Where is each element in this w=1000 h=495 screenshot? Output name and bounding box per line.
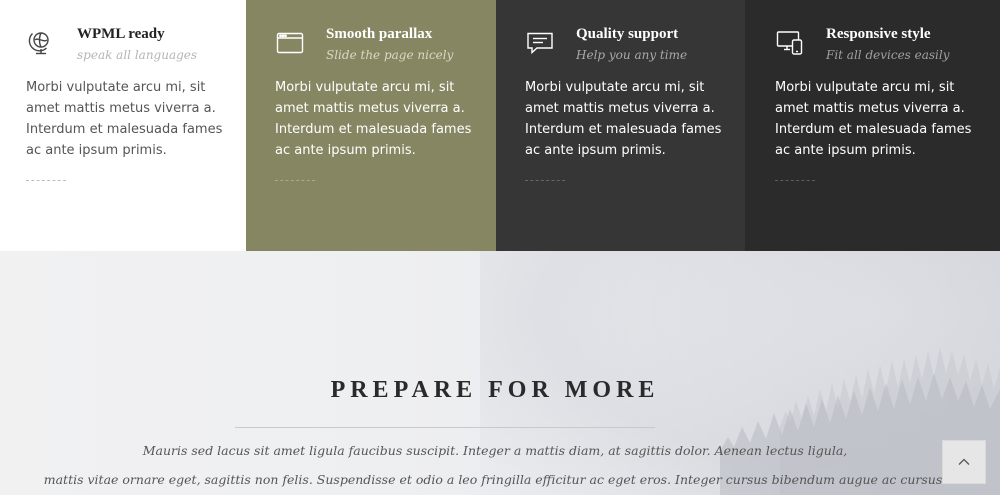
feature-description: Morbi vulputate arcu mi, sit amet mattis… xyxy=(775,80,972,158)
feature-divider xyxy=(525,180,565,181)
section-text-line-1: Mauris sed lacus sit amet ligula faucibu… xyxy=(142,443,848,458)
forest-background xyxy=(720,347,1000,495)
feature-subtitle: speak all languages xyxy=(77,48,198,62)
title-divider xyxy=(235,427,655,428)
feature-support: Quality support Help you any time Morbi … xyxy=(496,0,745,251)
feature-subtitle: Help you any time xyxy=(576,48,688,62)
feature-description: Morbi vulputate arcu mi, sit amet mattis… xyxy=(525,80,722,158)
features-row: WPML ready speak all languages Morbi vul… xyxy=(0,0,1000,251)
section-text-line-2: mattis vitae ornare eget, sagittis non f… xyxy=(43,472,947,487)
feature-divider xyxy=(26,180,66,181)
feature-title: WPML ready xyxy=(77,26,165,42)
feature-divider xyxy=(775,180,815,181)
feature-description: Morbi vulputate arcu mi, sit amet mattis… xyxy=(26,80,223,158)
chat-bubble-icon xyxy=(525,28,555,58)
feature-subtitle: Slide the page nicely xyxy=(326,48,454,62)
feature-divider xyxy=(275,180,315,181)
feature-description: Morbi vulputate arcu mi, sit amet mattis… xyxy=(275,80,472,158)
parallax-section: PREPARE FOR MORE Mauris sed lacus sit am… xyxy=(0,251,1000,495)
feature-title: Smooth parallax xyxy=(326,26,433,42)
devices-icon xyxy=(775,28,805,58)
chevron-up-icon xyxy=(958,458,970,465)
feature-title: Responsive style xyxy=(826,26,931,42)
feature-wpml: WPML ready speak all languages Morbi vul… xyxy=(0,0,246,251)
feature-subtitle: Fit all devices easily xyxy=(826,48,950,62)
feature-parallax: Smooth parallax Slide the page nicely Mo… xyxy=(246,0,496,251)
feature-responsive: Responsive style Fit all devices easily … xyxy=(745,0,1000,251)
feature-title: Quality support xyxy=(576,26,679,42)
section-title: PREPARE FOR MORE xyxy=(330,377,660,403)
scroll-to-top-button[interactable] xyxy=(942,440,986,484)
globe-icon xyxy=(26,28,56,58)
browser-window-icon xyxy=(275,28,305,58)
